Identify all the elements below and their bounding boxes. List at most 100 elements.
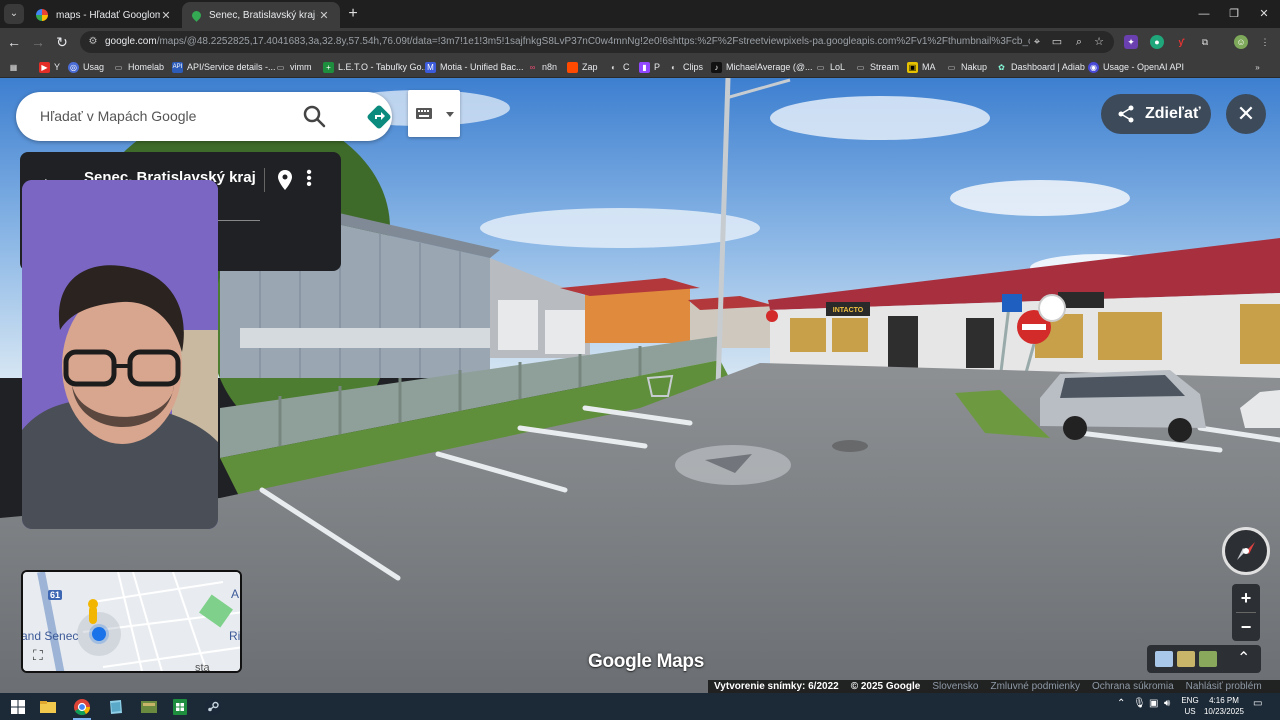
photo-thumbnail[interactable] xyxy=(1155,651,1173,667)
webcam-overlay xyxy=(22,180,218,529)
extension-icon[interactable]: ● xyxy=(1150,35,1164,49)
expand-up-icon[interactable]: ⌃ xyxy=(1237,648,1250,668)
photo-thumbnail[interactable] xyxy=(1199,651,1217,667)
network-icon[interactable]: ▣ xyxy=(1149,698,1158,709)
notifications-icon[interactable]: ▭ xyxy=(1253,698,1262,709)
shop-sign-text: INTACTO xyxy=(833,307,864,314)
maps-pin-icon xyxy=(190,8,203,22)
bookmark-item[interactable]: API API/Service details -... xyxy=(172,60,276,74)
location-pin-icon[interactable] xyxy=(276,169,294,191)
minimap-label: and Senec xyxy=(21,629,79,643)
close-window-button[interactable]: ✕ xyxy=(1248,0,1280,28)
terms-link[interactable]: Zmluvné podmienky xyxy=(990,681,1079,692)
directions-icon[interactable] xyxy=(366,104,392,130)
compass-icon xyxy=(1237,542,1255,560)
close-tab-icon[interactable]: ✕ xyxy=(160,9,172,22)
forward-button[interactable]: → xyxy=(28,32,48,52)
tray-overflow-icon[interactable]: ⌃ xyxy=(1117,698,1125,709)
map-footer: Vytvorenie snímky: 6/2022 © 2025 Google … xyxy=(708,680,1280,693)
location-icon[interactable]: ⌖ xyxy=(1030,35,1044,49)
system-clock[interactable]: 4:16 PM 10/23/2025 xyxy=(1199,695,1249,717)
bookmark-star-icon[interactable]: ☆ xyxy=(1092,35,1106,49)
site-info-icon[interactable]: ⚙ xyxy=(86,35,100,49)
bookmark-item[interactable]: ∞ n8n xyxy=(527,60,557,74)
tab-title: Senec, Bratislavský kraj – Mapy xyxy=(209,9,318,21)
restore-button[interactable]: ❐ xyxy=(1218,0,1250,28)
volume-icon[interactable]: 🔊︎ xyxy=(1164,698,1170,709)
minimap-label: sta xyxy=(195,662,210,673)
bookmark-folder[interactable]: ▭ Homelab xyxy=(113,60,164,74)
browser-toolbar: ← → ↻ ⚙ google.com/maps/@48.2252825,17.4… xyxy=(0,28,1280,56)
windows-start-icon[interactable] xyxy=(8,697,28,717)
microphone-icon[interactable]: 🎙︎ xyxy=(1133,698,1146,709)
menu-dots-icon[interactable]: ⋮ xyxy=(1258,35,1272,49)
bookmark-item[interactable]: + L.E.T.O - Tabuľky Go... xyxy=(323,60,429,74)
bookmark-folder[interactable]: ▭ LoL xyxy=(815,60,845,74)
zoom-icon[interactable]: ⌕ xyxy=(1072,35,1086,49)
person-image xyxy=(22,180,218,529)
minimap-label: A xyxy=(231,587,240,601)
share-button[interactable]: Zdieľať xyxy=(1101,94,1211,134)
file-explorer-icon[interactable] xyxy=(38,697,58,717)
google-maps-logo: Google Maps xyxy=(588,651,704,672)
bookmark-item[interactable]: ◉ Usage - OpenAI API xyxy=(1088,60,1184,74)
close-icon: ✕ xyxy=(1236,101,1256,126)
bookmark-folder[interactable]: ▭ Stream xyxy=(855,60,899,74)
expand-map-icon[interactable]: ⛶ xyxy=(33,647,51,665)
back-button[interactable]: ← xyxy=(4,32,24,52)
tab-title: maps - Hľadať Googlom xyxy=(56,9,160,21)
bookmark-folder[interactable]: ▭ Nakup xyxy=(946,60,987,74)
road-number-badge: 61 xyxy=(48,590,63,600)
steam-icon[interactable] xyxy=(203,697,223,717)
profile-avatar[interactable]: ☺ xyxy=(1234,35,1248,49)
compass-button[interactable] xyxy=(1222,527,1270,575)
close-street-view-button[interactable]: ✕ xyxy=(1226,94,1266,134)
bookmark-item[interactable]: ▣ MA xyxy=(907,60,936,74)
more-options-icon[interactable]: • • • xyxy=(304,165,314,193)
tab-search-button[interactable]: ⌄ xyxy=(4,4,24,24)
bookmark-item[interactable]: ▮ P xyxy=(639,60,660,74)
country-link[interactable]: Slovensko xyxy=(932,681,978,692)
url-text[interactable]: google.com/maps/@48.2252825,17.4041683,3… xyxy=(105,36,1030,47)
minimap[interactable]: 61 and Senec A Ri sta ⛶ xyxy=(21,570,242,673)
apps-grid-icon[interactable]: ▦ xyxy=(8,60,23,74)
minimize-button[interactable]: — xyxy=(1188,0,1220,28)
zoom-out-button[interactable]: − xyxy=(1232,613,1260,641)
bookmark-item[interactable]: ▶ Y xyxy=(39,60,60,74)
extension-icon[interactable]: ƴ xyxy=(1174,35,1188,49)
app-icon[interactable] xyxy=(139,697,159,717)
photo-thumbnail[interactable] xyxy=(1177,651,1195,667)
copyright: © 2025 Google xyxy=(850,681,921,692)
search-icon[interactable] xyxy=(302,104,326,128)
app-icon[interactable] xyxy=(106,697,126,717)
sheets-icon[interactable] xyxy=(170,697,190,717)
keyboard-tool-button[interactable] xyxy=(408,90,460,137)
input-language[interactable]: ENG US xyxy=(1180,695,1200,717)
windows-taskbar: ⌃ 🎙︎ ▣ 🔊︎ ENG US 4:16 PM 10/23/2025 ▭ xyxy=(0,693,1280,720)
bookmark-item[interactable]: ◐ C xyxy=(608,60,629,74)
new-tab-button[interactable]: + xyxy=(344,5,362,23)
bookmark-item[interactable]: ◐ Clips xyxy=(668,60,703,74)
reload-button[interactable]: ↻ xyxy=(52,32,72,52)
maps-search-box[interactable]: Hľadať v Mapách Google xyxy=(16,92,392,141)
extensions-puzzle-icon[interactable]: ⧉ xyxy=(1198,35,1212,49)
tab-google-search[interactable]: maps - Hľadať Googlom ✕ xyxy=(26,2,182,28)
bookmark-folder[interactable]: ▭ vimm xyxy=(275,60,312,74)
tab-maps[interactable]: Senec, Bratislavský kraj – Mapy ✕ xyxy=(182,2,340,28)
close-tab-icon[interactable]: ✕ xyxy=(318,9,330,22)
bookmark-item[interactable]: ✿ Dashboard | Adiab xyxy=(996,60,1085,74)
bookmark-item[interactable]: ♪ MichaelAverage (@... xyxy=(711,60,813,74)
bookmarks-overflow-icon[interactable]: » xyxy=(1252,60,1267,74)
report-problem-link[interactable]: Nahlásiť problém xyxy=(1186,681,1262,692)
search-input[interactable]: Hľadať v Mapách Google xyxy=(40,108,196,124)
privacy-link[interactable]: Ochrana súkromia xyxy=(1092,681,1174,692)
zoom-in-button[interactable]: + xyxy=(1232,584,1260,612)
bookmark-item[interactable]: Zap xyxy=(567,60,598,74)
share-icon xyxy=(1118,105,1134,123)
address-bar[interactable]: ⚙ google.com/maps/@48.2252825,17.4041683… xyxy=(80,31,1114,53)
extension-icon[interactable]: ✦ xyxy=(1124,35,1138,49)
chrome-icon[interactable] xyxy=(72,697,92,717)
bookmark-item[interactable]: ◎ Usag xyxy=(68,60,104,74)
bookmark-item[interactable]: M Motia - Unified Bac... xyxy=(425,60,524,74)
cast-icon[interactable]: ▭ xyxy=(1050,35,1064,49)
